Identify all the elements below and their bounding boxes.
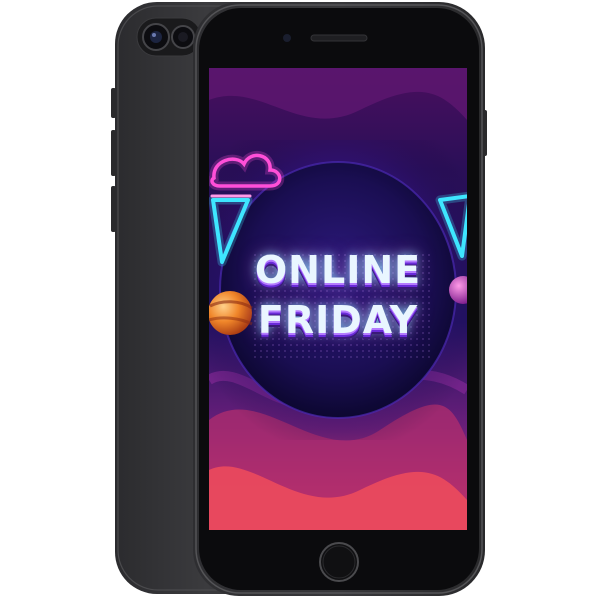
earpiece-speaker-icon: [310, 34, 368, 42]
product-photo: ONLINE FRIDAY: [0, 0, 600, 600]
headline-line-1: ONLINE: [254, 248, 422, 292]
rear-camera-icon: [136, 17, 202, 57]
headline-line-2: FRIDAY: [257, 298, 419, 342]
front-camera-icon: [283, 34, 291, 42]
home-button-icon[interactable]: [319, 542, 359, 582]
